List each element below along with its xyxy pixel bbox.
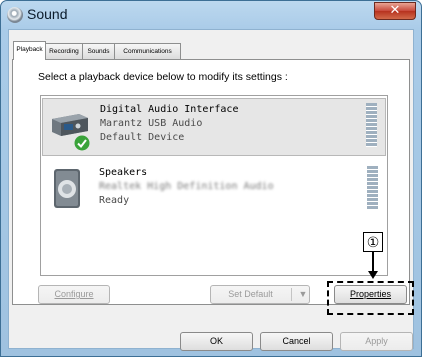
configure-button[interactable]: Configure	[38, 285, 110, 304]
split-divider	[291, 288, 292, 301]
volume-meter	[367, 166, 378, 210]
tab-communications[interactable]: Communications	[114, 43, 181, 59]
set-default-label: Set Default	[228, 289, 273, 299]
device-name: Digital Audio Interface	[100, 104, 239, 115]
cancel-button[interactable]: Cancel	[260, 332, 333, 351]
tab-recording[interactable]: Recording	[45, 43, 83, 59]
apply-button[interactable]: Apply	[340, 332, 413, 351]
ok-button[interactable]: OK	[180, 332, 253, 351]
properties-highlight-box	[327, 281, 414, 315]
device-item-speakers[interactable]: Speakers Realtek High Definition Audio R…	[42, 162, 386, 220]
sound-app-icon	[7, 7, 23, 23]
green-check-icon	[74, 135, 90, 151]
device-subtitle: Realtek High Definition Audio	[99, 181, 274, 192]
device-item-digital-audio-interface[interactable]: Digital Audio Interface Marantz USB Audi…	[42, 98, 386, 156]
playback-panel: Select a playback device below to modify…	[12, 59, 410, 305]
device-name: Speakers	[99, 167, 148, 178]
instruction-text: Select a playback device below to modify…	[38, 71, 288, 83]
callout-arrow-line	[372, 252, 374, 272]
device-list[interactable]: Digital Audio Interface Marantz USB Audi…	[40, 95, 388, 276]
tab-sounds[interactable]: Sounds	[82, 43, 115, 59]
configure-label: Configure	[54, 289, 94, 299]
close-button[interactable]: ✕	[374, 2, 416, 20]
chevron-down-icon[interactable]: ▼	[297, 286, 309, 303]
callout-number-badge: ①	[363, 232, 383, 252]
device-status: Ready	[99, 195, 130, 206]
window-title: Sound	[27, 6, 68, 22]
title-bar[interactable]: Sound ✕	[1, 1, 421, 29]
volume-meter	[366, 103, 377, 147]
set-default-split-button[interactable]: Set Default ▼	[210, 285, 310, 304]
device-status: Default Device	[100, 132, 185, 143]
tab-playback[interactable]: Playback	[13, 41, 46, 60]
sound-dialog: Sound ✕ Playback Recording Sounds Commun…	[0, 0, 422, 357]
speaker-icon	[54, 169, 80, 208]
callout-arrow-head-icon	[368, 271, 378, 279]
device-subtitle: Marantz USB Audio	[100, 118, 203, 129]
